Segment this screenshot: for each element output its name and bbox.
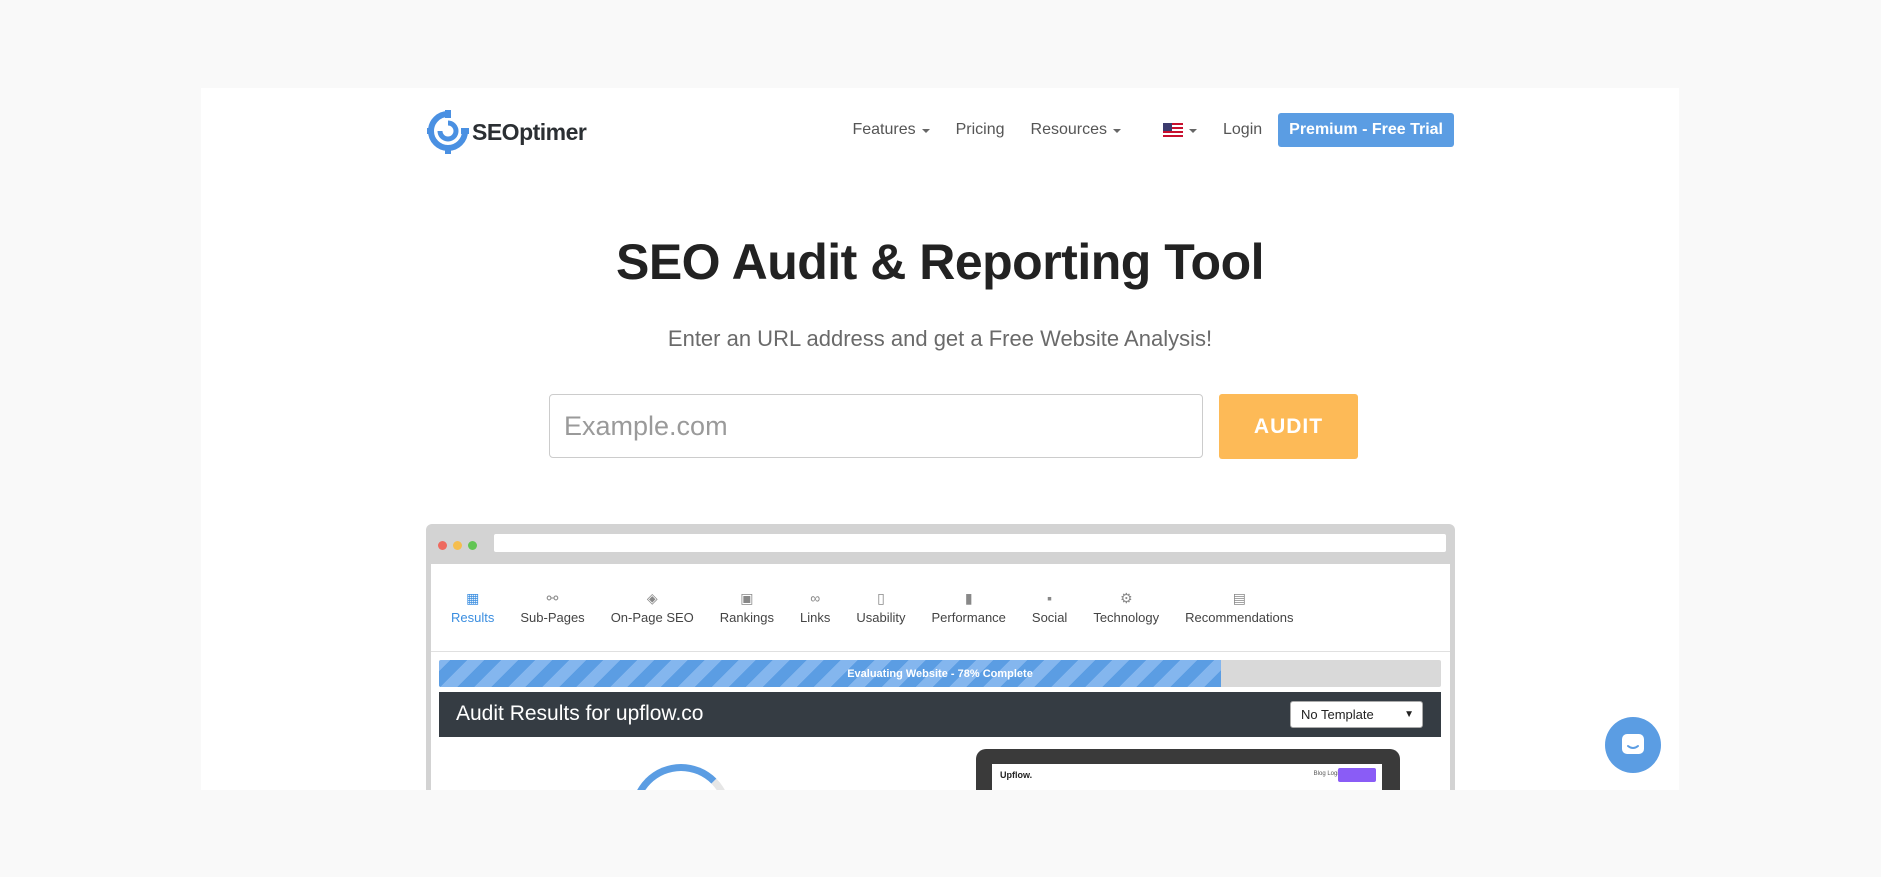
caret-down-icon <box>1113 129 1121 133</box>
nav-resources-label: Resources <box>1030 121 1107 138</box>
results-title: Audit Results for upflow.co <box>456 702 704 725</box>
main-nav: Features Pricing Resources Login Premium… <box>826 113 1454 147</box>
address-bar <box>494 534 1446 552</box>
tab-label: Technology <box>1093 610 1160 625</box>
logo-text: SEOptimer <box>472 118 587 145</box>
tab-label: Recommendations <box>1185 610 1294 625</box>
tab-technology[interactable]: ⚙ Technology <box>1093 590 1159 651</box>
language-selector[interactable] <box>1147 123 1197 137</box>
laptop-site-cta <box>1338 768 1376 782</box>
tab-label: Performance <box>931 610 1006 625</box>
tab-social[interactable]: ▪ Social <box>1032 590 1067 651</box>
tab-rankings[interactable]: ▣ Rankings <box>720 590 774 651</box>
results-header: Audit Results for upflow.co No Template … <box>439 692 1441 737</box>
tab-results[interactable]: ▦ Results <box>451 590 494 651</box>
nav-resources[interactable]: Resources <box>1031 121 1121 139</box>
hero-title: SEO Audit & Reporting Tool <box>615 234 1265 290</box>
page-container: SEOptimer Features Pricing Resources Log… <box>201 88 1679 790</box>
evaluation-progress-bar: Evaluating Website - 78% Complete <box>439 660 1441 687</box>
link-nodes-icon: ⚯ <box>546 590 559 606</box>
us-flag-icon <box>1163 123 1183 137</box>
tab-sub-pages[interactable]: ⚯ Sub-Pages <box>520 590 584 651</box>
clipboard-icon: ▤ <box>1232 590 1246 606</box>
preview-content: ▦ Results ⚯ Sub-Pages ◈ On-Page SEO ▣ Ra… <box>431 564 1450 790</box>
nav-pricing[interactable]: Pricing <box>956 121 1005 139</box>
laptop-site-logo: Upflow. <box>1000 770 1033 780</box>
progress-text: Evaluating Website - 78% Complete <box>847 667 1033 680</box>
tab-label: Social <box>1031 610 1068 625</box>
maximize-dot-icon <box>468 541 477 550</box>
minimize-dot-icon <box>453 541 462 550</box>
chevron-down-icon: ▼ <box>1404 709 1414 720</box>
chat-bubble-icon <box>1622 734 1644 754</box>
logo[interactable]: SEOptimer <box>427 108 587 156</box>
seoptimer-logo-icon <box>427 110 469 154</box>
caret-down-icon <box>921 129 930 133</box>
template-select-value: No Template <box>1301 707 1374 722</box>
score-gauge <box>631 764 731 790</box>
tab-label: Usability <box>856 610 906 625</box>
tab-label: Rankings <box>719 610 774 625</box>
image-icon: ▣ <box>740 590 754 606</box>
url-input[interactable] <box>549 394 1203 458</box>
tab-usability[interactable]: ▯ Usability <box>856 590 905 651</box>
caret-down-icon <box>1189 129 1197 133</box>
nav-features[interactable]: Features <box>852 121 930 139</box>
tab-on-page-seo[interactable]: ◈ On-Page SEO <box>611 590 694 651</box>
chat-launcher-button[interactable] <box>1605 717 1661 773</box>
tablet-icon: ▯ <box>877 590 885 606</box>
chain-icon: ∞ <box>810 590 821 606</box>
gears-icon: ⚙ <box>1119 590 1133 606</box>
nav-login[interactable]: Login <box>1223 121 1262 139</box>
tab-recommendations[interactable]: ▤ Recommendations <box>1185 590 1293 651</box>
hero-subtitle: Enter an URL address and get a Free Webs… <box>667 326 1213 351</box>
preview-browser-mockup: ▦ Results ⚯ Sub-Pages ◈ On-Page SEO ▣ Ra… <box>426 524 1455 790</box>
audit-button[interactable]: AUDIT <box>1219 394 1358 459</box>
nav-features-label: Features <box>852 121 916 138</box>
grid-icon: ▦ <box>466 590 480 606</box>
target-icon: ◈ <box>646 590 658 606</box>
preview-tabs: ▦ Results ⚯ Sub-Pages ◈ On-Page SEO ▣ Ra… <box>431 564 1450 652</box>
template-select[interactable]: No Template ▼ <box>1290 701 1423 728</box>
tab-label: Sub-Pages <box>520 610 585 625</box>
premium-trial-button[interactable]: Premium - Free Trial <box>1278 113 1454 147</box>
laptop-screen: Upflow. Blog Login <box>992 764 1382 790</box>
tab-label: On-Page SEO <box>610 610 694 625</box>
tab-label: Results <box>451 610 495 625</box>
close-dot-icon <box>438 541 447 550</box>
bar-chart-icon: ▮ <box>964 590 973 606</box>
tab-label: Links <box>800 610 831 625</box>
folder-icon: ▪ <box>1047 590 1053 606</box>
site-screenshot-laptop: Upflow. Blog Login <box>976 749 1400 790</box>
tab-links[interactable]: ∞ Links <box>800 590 830 651</box>
tab-performance[interactable]: ▮ Performance <box>931 590 1005 651</box>
